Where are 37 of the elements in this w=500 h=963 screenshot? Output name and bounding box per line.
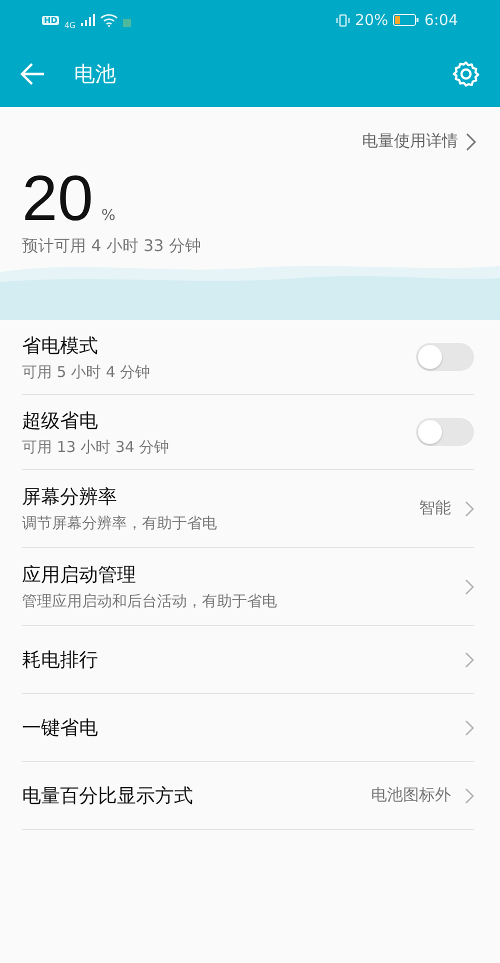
percent-sign: %: [101, 206, 116, 224]
battery-icon: [393, 14, 420, 26]
setting-title: 一键省电: [22, 716, 99, 740]
vibrate-icon: [336, 14, 350, 26]
chevron-icon[interactable]: [465, 652, 474, 668]
setting-description: 可用 5 小时 4 分钟: [22, 362, 152, 382]
estimate-text: 预计可用 4 小时 33 分钟: [21, 235, 202, 257]
setting-title: 电量百分比显示方式: [22, 784, 194, 808]
usage-details-link[interactable]: 电量使用详情: [362, 131, 476, 152]
setting-description: 可用 13 小时 34 分钟: [22, 438, 170, 456]
setting-description: 管理应用启动和后台活动，有助于省电: [22, 592, 278, 611]
toggle-switch[interactable]: [416, 343, 474, 371]
toggle-switch[interactable]: [416, 418, 474, 446]
back-button[interactable]: [20, 62, 46, 86]
setting-title: 省电模式: [22, 334, 99, 358]
chevron-icon[interactable]: [465, 578, 474, 594]
network-label: 4G: [64, 20, 76, 30]
battery-percent: 20%: [354, 11, 388, 29]
clock: 6:04: [424, 11, 458, 29]
setting-description: 调节屏幕分辨率，有助于省电: [22, 514, 218, 533]
chevron-icon[interactable]: [465, 500, 474, 516]
signal-icon: [80, 14, 95, 26]
wifi-icon: [100, 14, 118, 26]
setting-title: 超级省电: [22, 408, 99, 434]
setting-value: 电池图标外: [371, 785, 451, 806]
setting-value: 智能: [419, 498, 451, 519]
setting-title: 应用启动管理: [22, 563, 137, 588]
hd-icon: HD: [42, 16, 60, 24]
setting-title: 屏幕分辨率: [22, 485, 118, 510]
chevron-icon: [466, 132, 476, 150]
settings-button[interactable]: [452, 60, 480, 88]
chevron-icon[interactable]: [465, 720, 474, 736]
setting-title: 耗电排行: [22, 648, 99, 672]
page-title: 电池: [74, 60, 117, 88]
chevron-icon[interactable]: [465, 788, 474, 804]
battery-level: 20: [22, 166, 94, 230]
sim-icon: [122, 19, 131, 27]
